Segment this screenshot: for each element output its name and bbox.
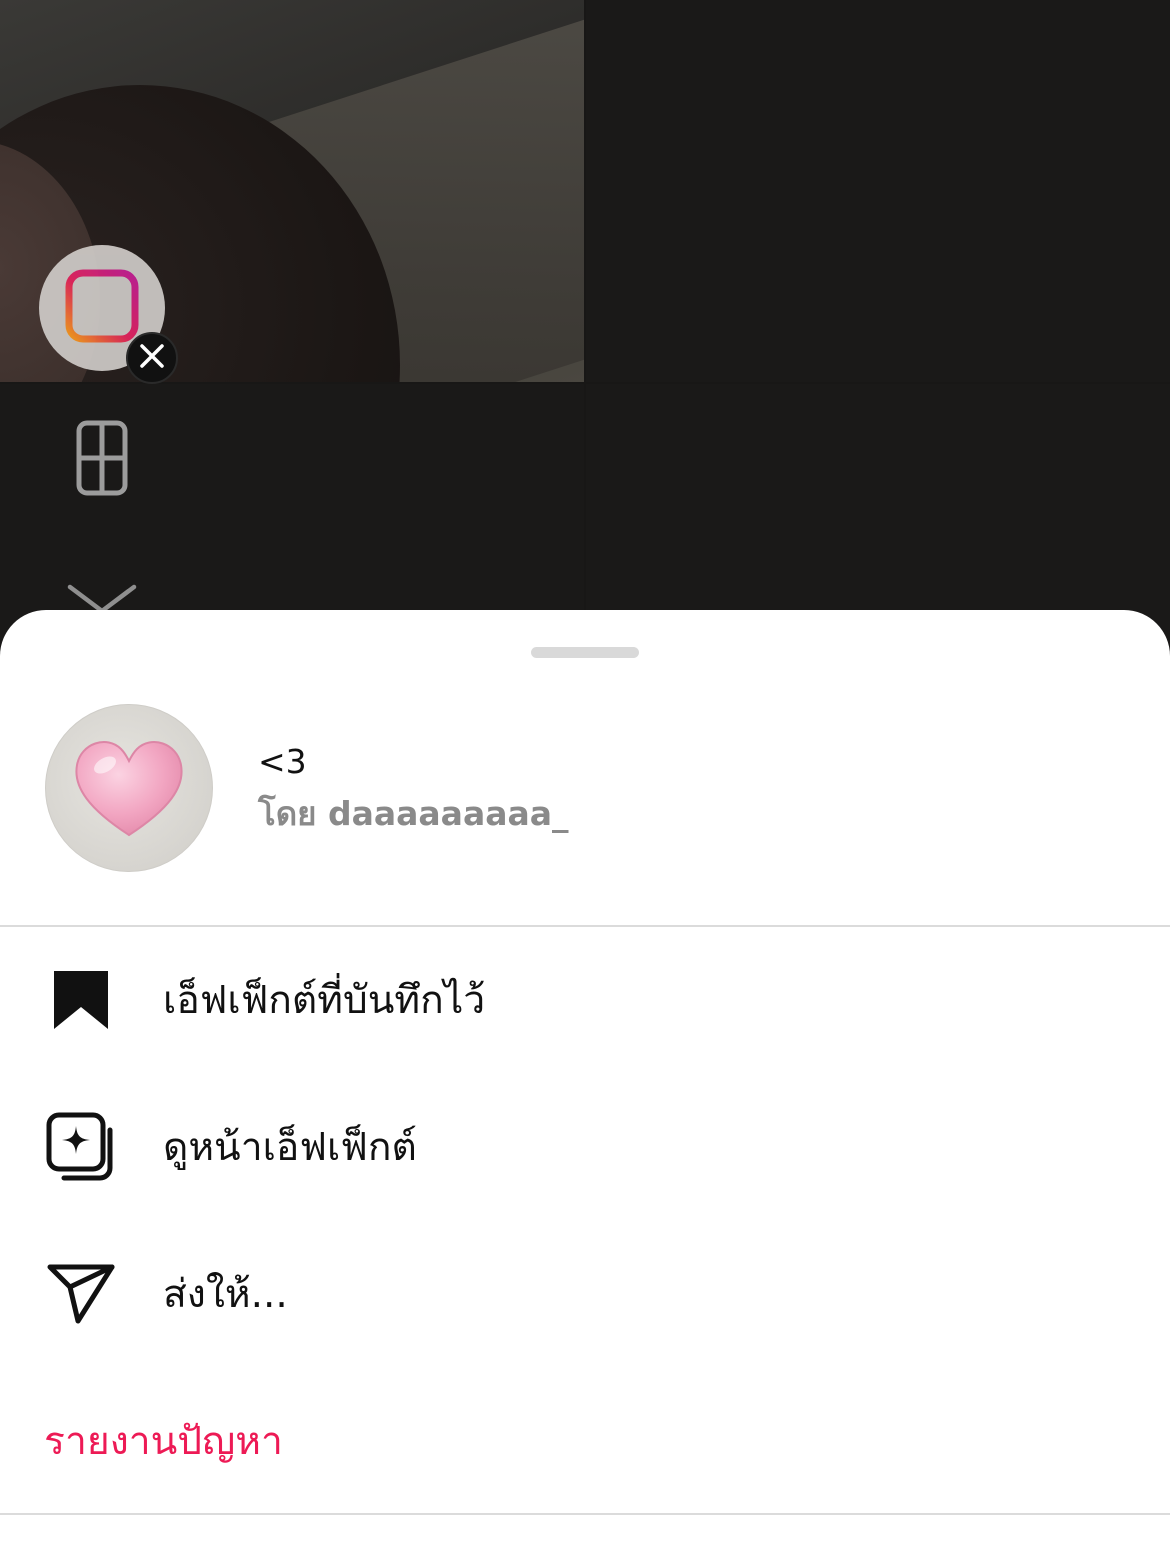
view-effect-page-item[interactable]: ดูหน้าเอ็ฟเฟ็กต์ bbox=[0, 1087, 1170, 1207]
send-icon bbox=[44, 1257, 118, 1331]
saved-effects-label: เอ็ฟเฟ็กต์ที่บันทึกไว้ bbox=[163, 978, 486, 1023]
collapse-button[interactable] bbox=[66, 583, 138, 614]
header-divider bbox=[0, 925, 1170, 927]
layout-button[interactable] bbox=[76, 420, 128, 496]
report-problem-item[interactable]: รายงานปัญหา bbox=[0, 1381, 1170, 1501]
bookmark-icon bbox=[44, 963, 118, 1037]
remove-effect-button[interactable] bbox=[126, 332, 178, 384]
effect-header: <3 โดย daaaaaaaaa_ bbox=[0, 702, 1170, 872]
effect-avatar bbox=[45, 704, 213, 872]
effect-author[interactable]: โดย daaaaaaaaa_ bbox=[258, 787, 569, 840]
send-to-item[interactable]: ส่งให้... bbox=[0, 1234, 1170, 1354]
layout-effect-icon bbox=[65, 269, 139, 347]
effects-page-icon bbox=[44, 1110, 118, 1184]
pink-heart-icon bbox=[69, 731, 189, 845]
view-effect-page-label: ดูหน้าเอ็ฟเฟ็กต์ bbox=[163, 1125, 417, 1170]
effect-options-sheet: <3 โดย daaaaaaaaa_ เอ็ฟเฟ็กต์ที่บันทึกไว… bbox=[0, 610, 1170, 1560]
report-problem-label: รายงานปัญหา bbox=[44, 1419, 283, 1464]
camera-cell-top-right bbox=[586, 0, 1170, 382]
effect-name: <3 bbox=[258, 742, 307, 781]
close-icon bbox=[139, 343, 165, 373]
grid-layout-icon bbox=[76, 420, 128, 500]
camera-cell-bottom-right bbox=[586, 384, 1170, 644]
send-to-label: ส่งให้... bbox=[163, 1272, 288, 1317]
bottom-divider bbox=[0, 1513, 1170, 1515]
sheet-grabber[interactable] bbox=[531, 647, 639, 658]
saved-effects-item[interactable]: เอ็ฟเฟ็กต์ที่บันทึกไว้ bbox=[0, 940, 1170, 1060]
